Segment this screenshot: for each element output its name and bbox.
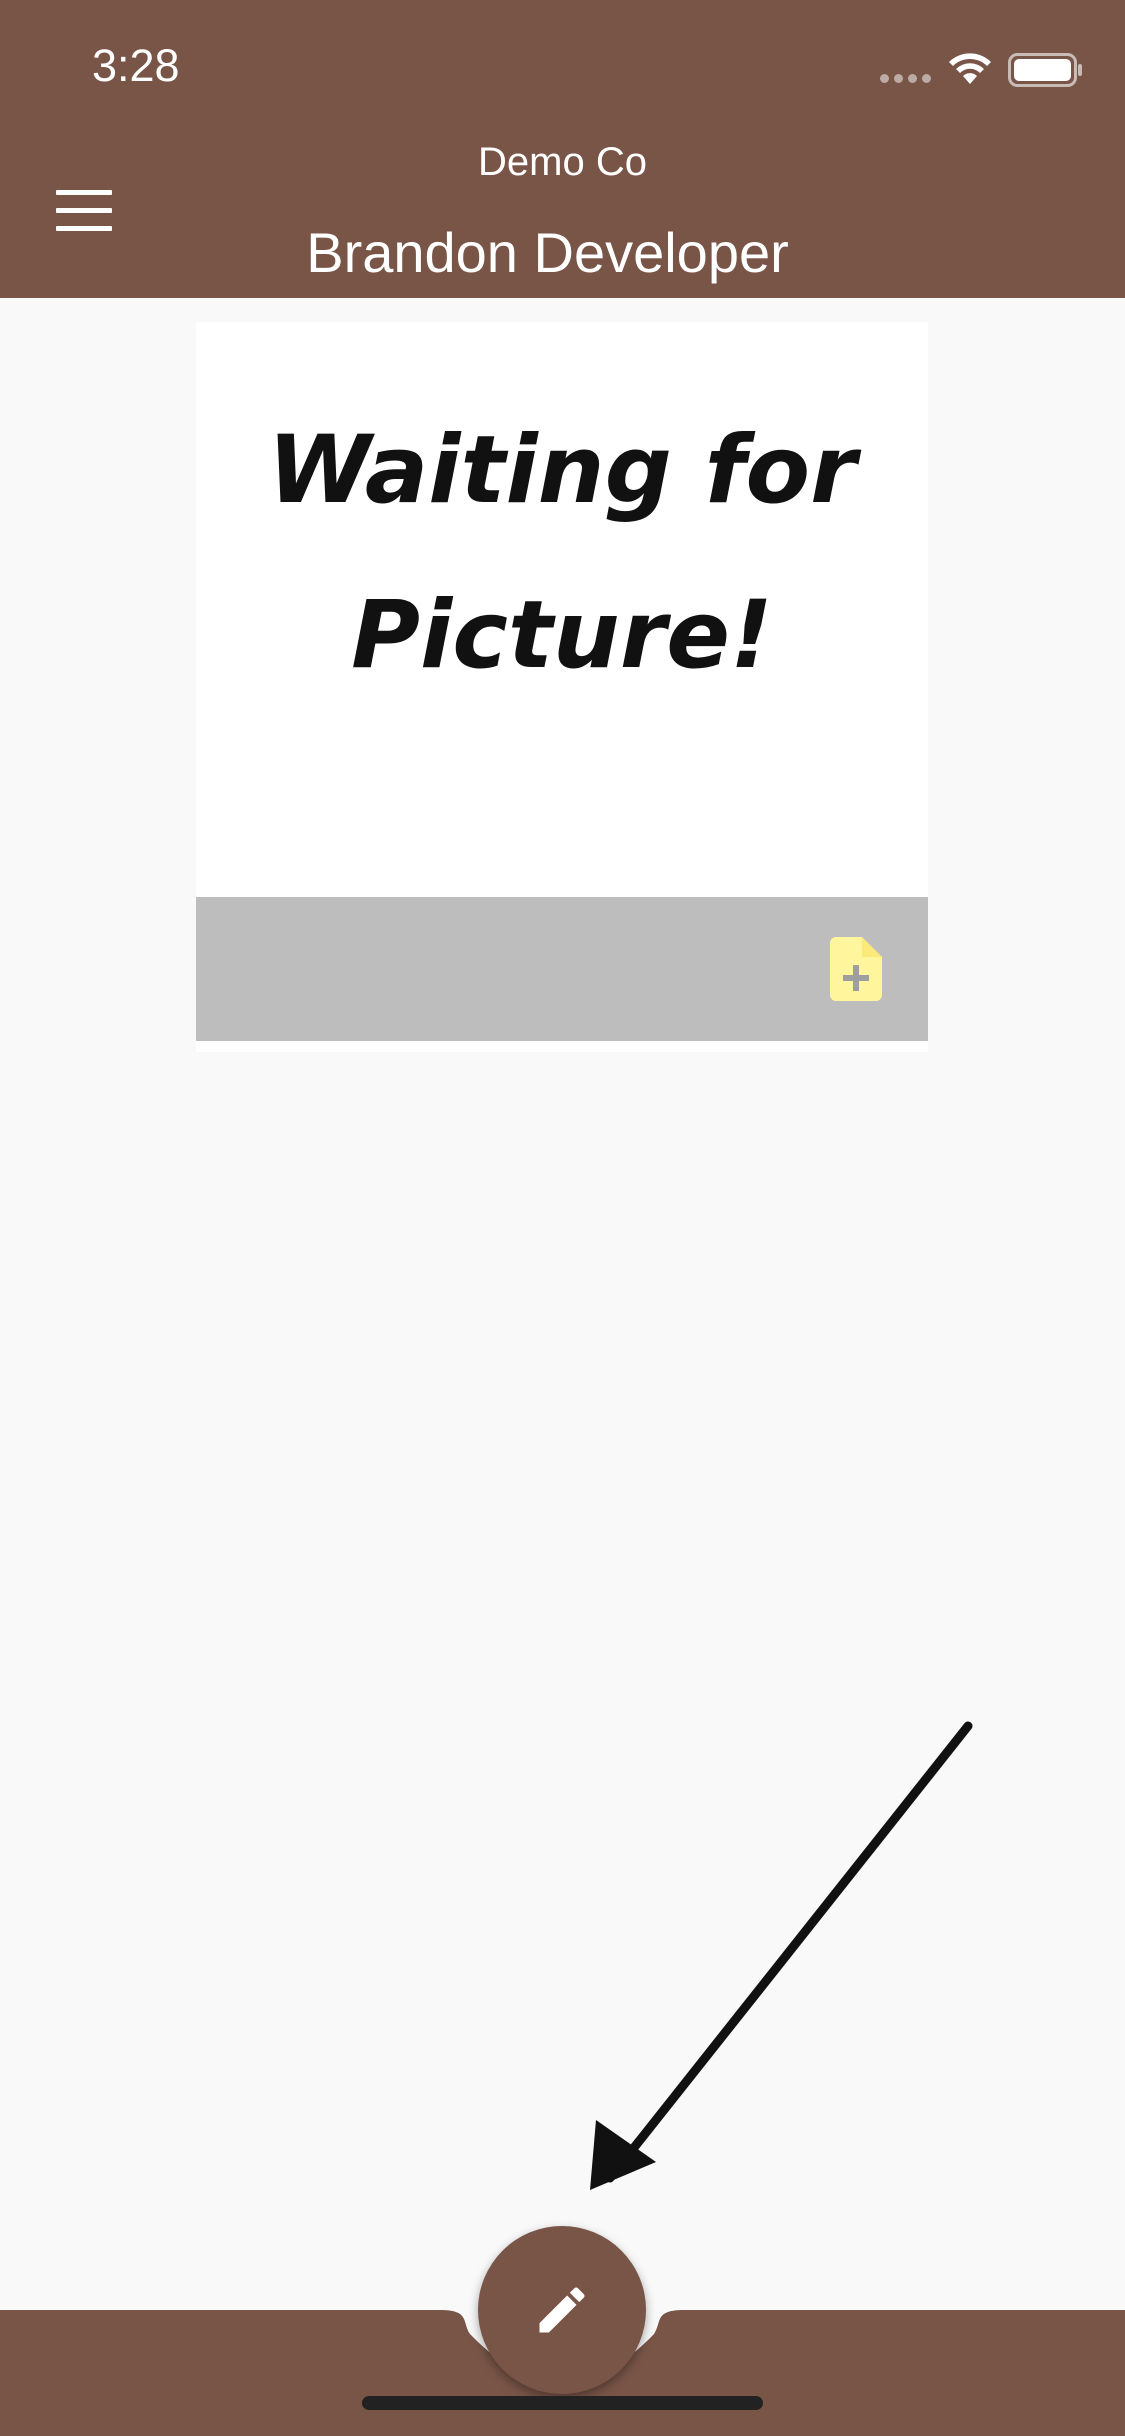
company-name: Demo Co [478,140,647,184]
hamburger-menu-icon [56,190,112,195]
note-add-icon[interactable] [830,937,882,1001]
status-time: 3:28 [92,40,180,91]
placeholder-line-1: Waiting for [268,416,863,525]
edit-pencil-icon [539,2287,585,2333]
placeholder-line-2: Picture! [351,581,773,690]
home-indicator [362,2396,763,2410]
app-bar: 3:28 Demo Co Brandon Developer [0,0,1125,298]
card-footer [196,897,928,1041]
wifi-icon [949,53,991,84]
arrow-annotation [590,1721,973,2190]
edit-button[interactable] [478,2226,646,2394]
cellular-signal-icon [880,74,931,83]
user-name: Brandon Developer [306,221,789,284]
battery-icon [1008,53,1082,87]
picture-card: Waiting for Picture! [196,322,928,1052]
waiting-placeholder-image: Waiting for Picture! [268,416,863,690]
